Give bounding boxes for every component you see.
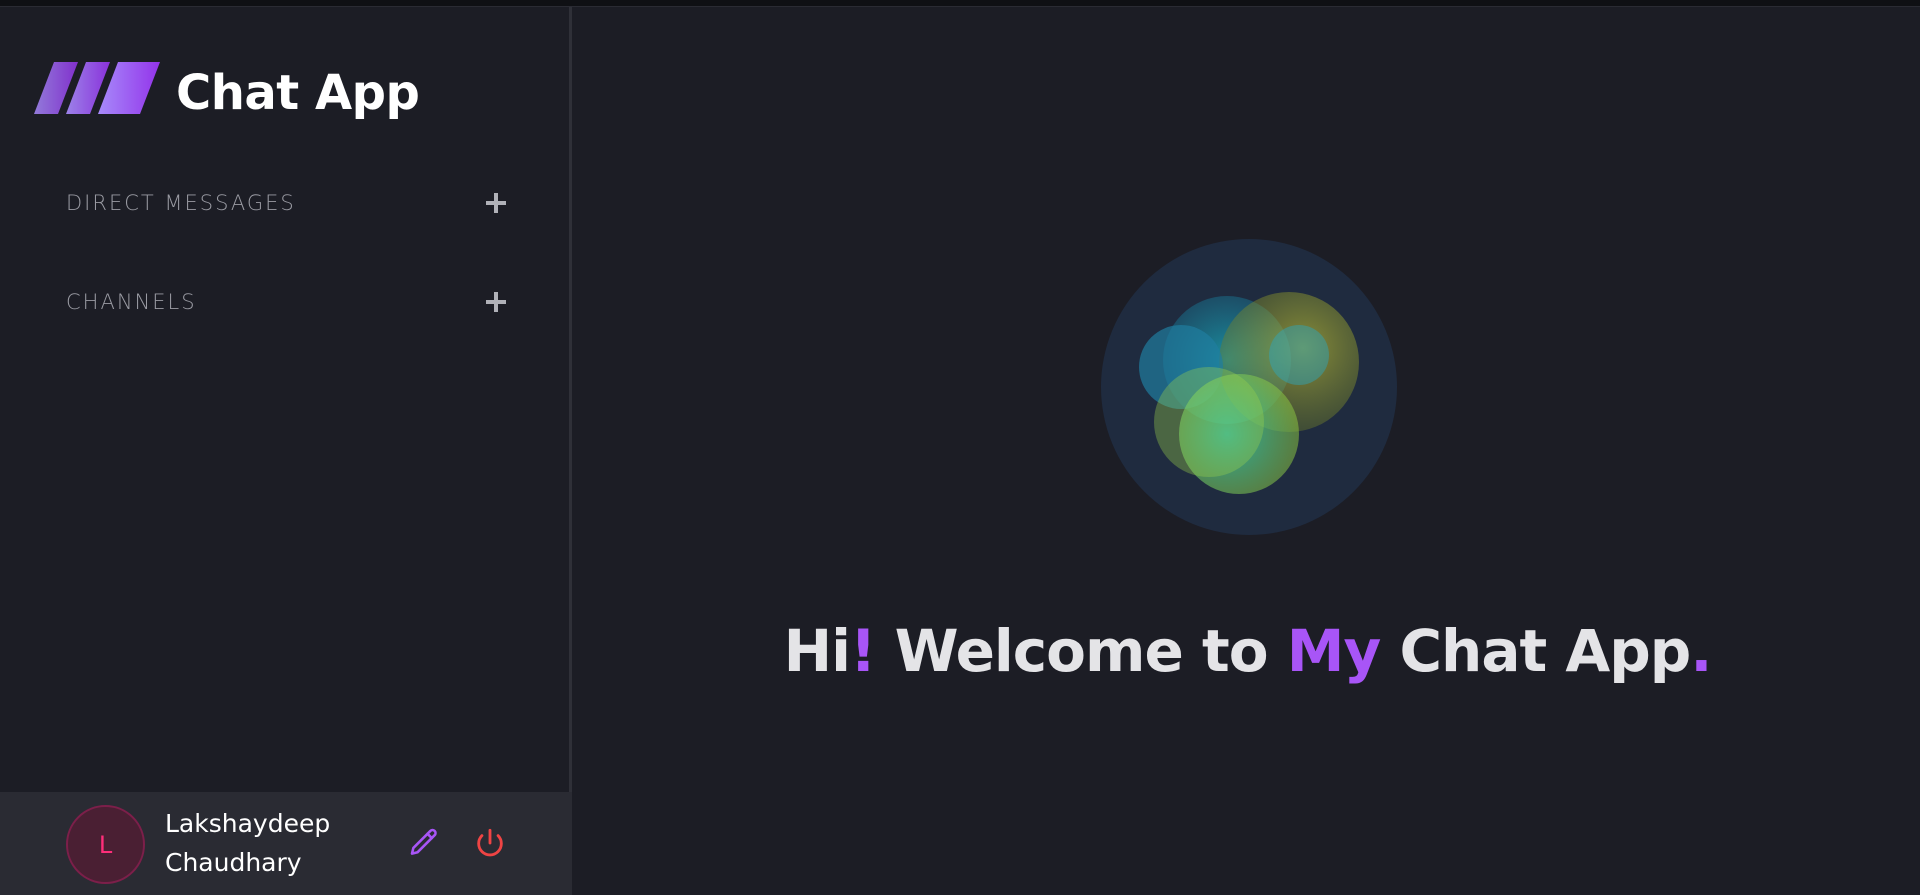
welcome-bang: ! bbox=[850, 617, 876, 685]
avatar[interactable]: L bbox=[66, 805, 145, 884]
welcome-hi: Hi bbox=[783, 617, 851, 685]
app-logo: Chat App bbox=[34, 62, 420, 124]
welcome-my: My bbox=[1286, 617, 1382, 685]
plus-icon bbox=[486, 193, 506, 213]
app-title: Chat App bbox=[176, 65, 420, 121]
window-top-strip bbox=[0, 0, 1920, 7]
add-channel-button[interactable] bbox=[481, 287, 511, 317]
user-last-name: Chaudhary bbox=[165, 848, 302, 877]
sidebar: Chat App DIRECT MESSAGES CHANNELS L Laks… bbox=[0, 7, 572, 895]
channels-label: CHANNELS bbox=[66, 290, 197, 314]
user-name: Lakshaydeep Chaudhary bbox=[165, 804, 355, 882]
pencil-icon bbox=[410, 828, 437, 855]
channels-section: CHANNELS bbox=[66, 282, 511, 322]
main-panel: Hi! Welcome to My Chat App. bbox=[575, 7, 1920, 895]
logout-button[interactable] bbox=[472, 825, 508, 861]
logo-stripes-icon bbox=[34, 62, 160, 114]
welcome-chat-app: Chat App bbox=[1380, 617, 1691, 685]
power-icon bbox=[477, 828, 503, 857]
welcome-dot: . bbox=[1690, 617, 1712, 685]
user-first-name: Lakshaydeep bbox=[165, 809, 331, 838]
plus-icon bbox=[486, 292, 506, 312]
direct-messages-label: DIRECT MESSAGES bbox=[66, 191, 296, 215]
edit-profile-button[interactable] bbox=[406, 825, 442, 861]
welcome-to: Welcome to bbox=[875, 617, 1287, 685]
profile-bar: L Lakshaydeep Chaudhary bbox=[0, 792, 572, 895]
add-direct-message-button[interactable] bbox=[481, 188, 511, 218]
welcome-heading: Hi! Welcome to My Chat App. bbox=[575, 617, 1920, 685]
welcome-animation bbox=[1101, 239, 1397, 535]
direct-messages-section: DIRECT MESSAGES bbox=[66, 183, 511, 223]
